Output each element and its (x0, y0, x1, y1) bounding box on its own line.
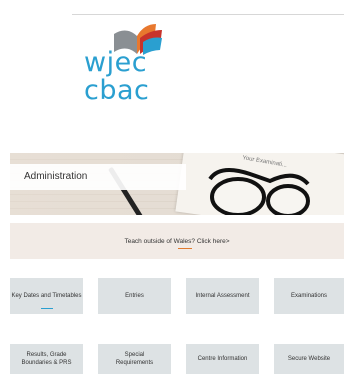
tile-label: Centre Information (197, 356, 248, 362)
tile-secure-website[interactable]: Secure Website (274, 344, 344, 374)
tile-label: Key Dates and Timetables (11, 293, 82, 299)
tile-key-dates-timetables[interactable]: Key Dates and Timetables (10, 278, 83, 314)
glasses-image (208, 168, 310, 215)
notice-underline (178, 248, 192, 249)
tile-label: Internal Assessment (195, 293, 250, 299)
page-title: Administration (24, 171, 88, 182)
tile-special-requirements[interactable]: Special Requirements (98, 344, 171, 374)
wjec-cbac-logo[interactable]: wjec cbac (84, 22, 164, 104)
hero-banner: Your Examinati... Administration (10, 153, 344, 215)
tile-underline (40, 308, 53, 309)
tile-centre-information[interactable]: Centre Information (186, 344, 259, 374)
tile-label: Examinations (290, 293, 328, 299)
logo-text-wjec: wjec (84, 47, 148, 78)
tile-entries[interactable]: Entries (98, 278, 171, 314)
logo-text-cbac: cbac (84, 75, 150, 106)
tile-label: Results, Grade Boundaries & PRS (21, 352, 72, 366)
tile-examinations[interactable]: Examinations (274, 278, 344, 314)
header-divider (72, 14, 344, 15)
tile-results-grade-boundaries[interactable]: Results, Grade Boundaries & PRS (10, 344, 83, 374)
tile-internal-assessment[interactable]: Internal Assessment (186, 278, 259, 314)
tile-label: Secure Website (287, 356, 331, 362)
tile-label: Special Requirements (115, 352, 154, 366)
notice-text: Teach outside of Wales? Click here> (124, 237, 230, 245)
teach-outside-wales-link[interactable]: Teach outside of Wales? Click here> (10, 223, 344, 259)
tile-label: Entries (125, 293, 144, 299)
